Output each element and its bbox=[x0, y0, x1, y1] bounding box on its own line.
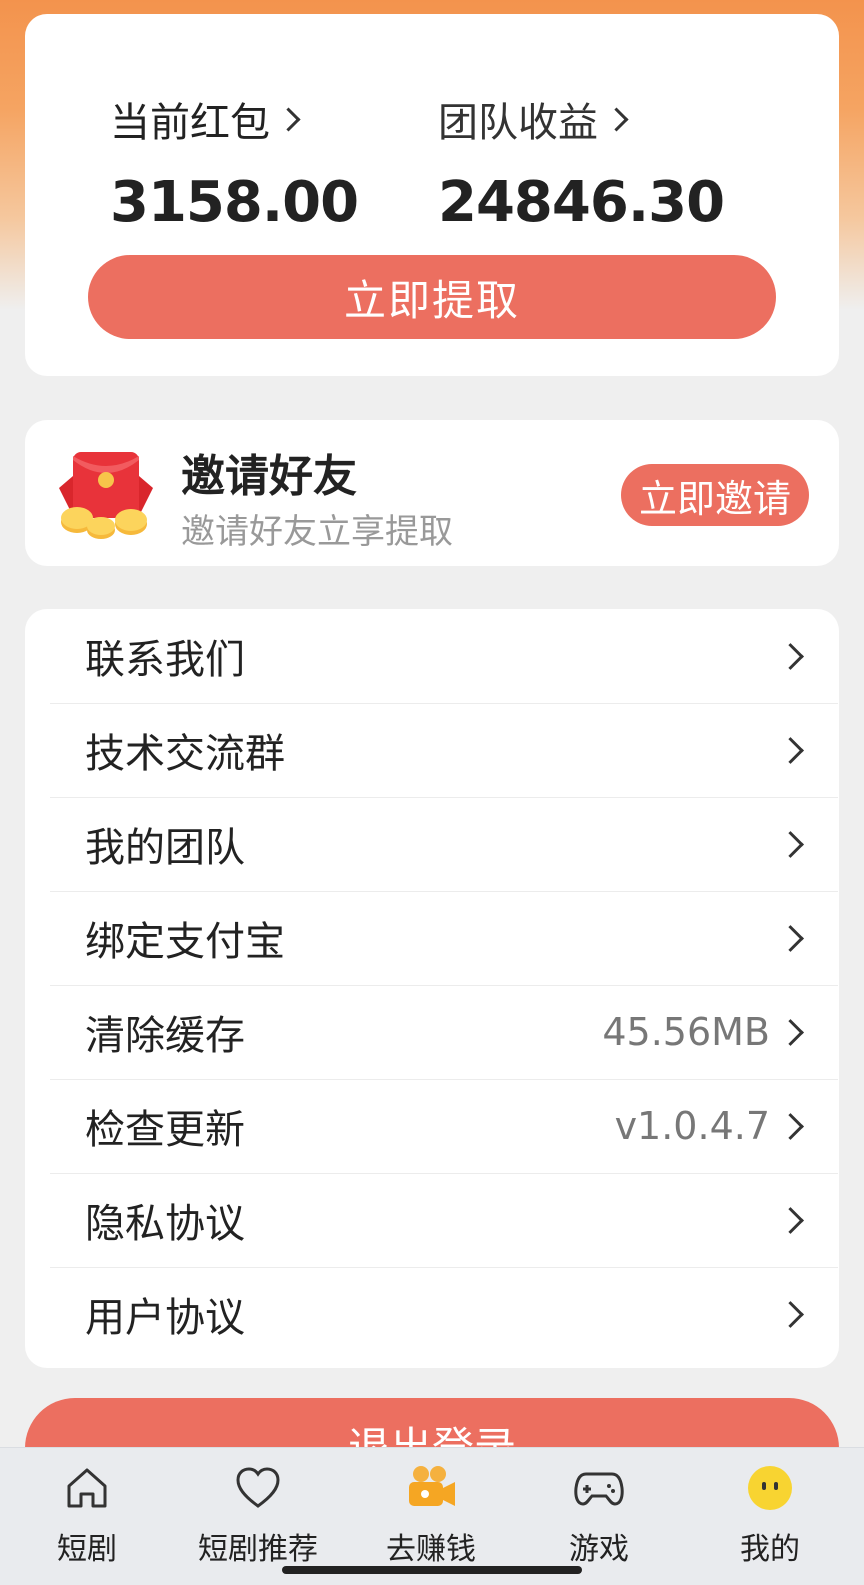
home-icon bbox=[61, 1462, 113, 1514]
team-income-value: 24846.30 bbox=[438, 170, 725, 235]
heart-icon bbox=[232, 1462, 284, 1514]
tab-label: 游戏 bbox=[569, 1532, 629, 1567]
menu-item-label: 绑定支付宝 bbox=[85, 919, 285, 965]
tab-label: 短剧 bbox=[57, 1532, 117, 1567]
tab-label: 去赚钱 bbox=[386, 1532, 476, 1567]
invite-button[interactable]: 立即邀请 bbox=[621, 464, 809, 526]
red-packet-value: 3158.00 bbox=[110, 170, 359, 235]
chevron-right-icon bbox=[604, 106, 629, 132]
home-indicator bbox=[282, 1566, 582, 1574]
chevron-right-icon bbox=[777, 924, 804, 952]
chevron-right-icon bbox=[777, 642, 804, 670]
menu-item-contact-us[interactable]: 联系我们 bbox=[50, 609, 838, 704]
chevron-right-icon bbox=[777, 736, 804, 764]
menu-item-privacy-policy[interactable]: 隐私协议 bbox=[50, 1173, 838, 1268]
menu-item-tech-group[interactable]: 技术交流群 bbox=[50, 703, 838, 798]
cache-size-value: 45.56MB bbox=[602, 1010, 770, 1054]
tab-mine[interactable]: 我的 bbox=[695, 1462, 845, 1568]
withdraw-button[interactable]: 立即提取 bbox=[88, 255, 776, 339]
tab-games[interactable]: 游戏 bbox=[524, 1462, 674, 1568]
chevron-right-icon bbox=[777, 1206, 804, 1234]
invite-title: 邀请好友 bbox=[181, 451, 357, 502]
version-value: v1.0.4.7 bbox=[614, 1104, 770, 1148]
menu-item-label: 检查更新 bbox=[85, 1107, 245, 1153]
gamepad-icon bbox=[573, 1462, 625, 1514]
chevron-right-icon bbox=[777, 1018, 804, 1046]
smiley-icon bbox=[744, 1462, 796, 1514]
red-packet-label-row: 当前红包 bbox=[110, 90, 358, 148]
chevron-right-icon bbox=[777, 1300, 804, 1328]
team-income-label-row: 团队收益 bbox=[438, 90, 724, 148]
menu-item-label: 我的团队 bbox=[85, 825, 245, 871]
bottom-tab-bar: 短剧 短剧推荐 去赚钱 游戏 我的 bbox=[0, 1447, 864, 1585]
invite-subtitle: 邀请好友立享提取 bbox=[181, 512, 453, 552]
red-packet-label: 当前红包 bbox=[110, 100, 270, 146]
balance-card: 当前红包 3158.00 团队收益 24846.30 立即提取 bbox=[25, 14, 839, 376]
video-camera-icon bbox=[405, 1462, 457, 1514]
tab-earn-money[interactable]: 去赚钱 bbox=[356, 1462, 506, 1568]
menu-item-bind-alipay[interactable]: 绑定支付宝 bbox=[50, 891, 838, 986]
settings-menu: 联系我们 技术交流群 我的团队 绑定支付宝 清除缓存 45.56MB 检查更新 … bbox=[25, 609, 839, 1368]
menu-item-label: 联系我们 bbox=[85, 637, 245, 683]
menu-item-label: 清除缓存 bbox=[85, 1013, 245, 1059]
chevron-right-icon bbox=[276, 106, 301, 132]
menu-item-clear-cache[interactable]: 清除缓存 45.56MB bbox=[50, 985, 838, 1080]
menu-item-label: 技术交流群 bbox=[85, 731, 285, 777]
team-income-label: 团队收益 bbox=[438, 100, 598, 146]
menu-item-my-team[interactable]: 我的团队 bbox=[50, 797, 838, 892]
menu-item-label: 用户协议 bbox=[85, 1295, 245, 1341]
tab-recommend[interactable]: 短剧推荐 bbox=[183, 1462, 333, 1568]
menu-item-user-agreement[interactable]: 用户协议 bbox=[50, 1267, 838, 1361]
chevron-right-icon bbox=[777, 1112, 804, 1140]
tab-label: 我的 bbox=[740, 1532, 800, 1567]
tab-label: 短剧推荐 bbox=[198, 1532, 318, 1567]
menu-item-check-update[interactable]: 检查更新 v1.0.4.7 bbox=[50, 1079, 838, 1174]
team-income-stat[interactable]: 团队收益 24846.30 bbox=[438, 90, 725, 235]
invite-card: 邀请好友 邀请好友立享提取 立即邀请 bbox=[25, 420, 839, 566]
menu-item-label: 隐私协议 bbox=[85, 1201, 245, 1247]
tab-short-drama[interactable]: 短剧 bbox=[12, 1462, 162, 1568]
red-packet-stat[interactable]: 当前红包 3158.00 bbox=[110, 90, 359, 235]
red-envelope-coins-icon bbox=[51, 446, 161, 542]
chevron-right-icon bbox=[777, 830, 804, 858]
